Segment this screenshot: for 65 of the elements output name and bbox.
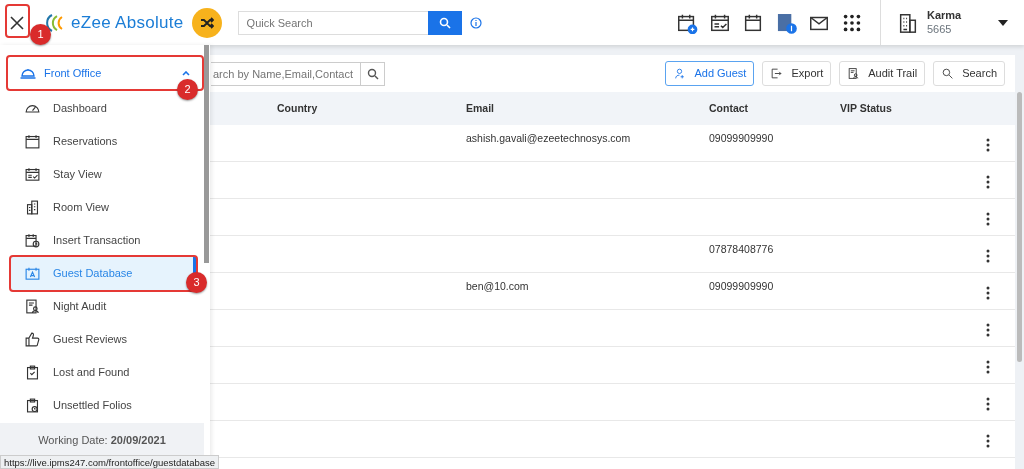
kebab-icon <box>986 248 990 263</box>
export-icon <box>770 67 784 80</box>
table-cell: ben@10.com <box>466 280 529 292</box>
kebab-icon <box>986 285 990 300</box>
search-button[interactable]: Search <box>933 61 1005 86</box>
sidebar-item[interactable]: Room View <box>11 191 196 224</box>
calendar-check-icon <box>24 166 41 183</box>
kebab-icon <box>986 137 990 152</box>
clipboard-check-icon <box>24 364 41 381</box>
property-name: Karma <box>927 8 962 23</box>
export-button[interactable]: Export <box>762 61 832 86</box>
working-date: Working Date: 20/09/2021 <box>37 433 167 448</box>
column-header: Country <box>277 100 319 116</box>
table-cell: 07878408776 <box>709 243 774 255</box>
service-bell-icon <box>20 67 36 79</box>
info-icon[interactable] <box>469 17 482 30</box>
kebab-icon <box>986 396 990 411</box>
kebab-icon <box>986 433 990 448</box>
search-icon <box>438 17 451 30</box>
close-icon <box>10 16 24 31</box>
sidebar-item[interactable]: Night Audit <box>11 290 196 323</box>
sidebar-item[interactable]: Reservations <box>11 125 196 158</box>
person-add-icon <box>673 67 687 80</box>
sidebar-item[interactable]: Stay View <box>11 158 196 191</box>
table-cell: ashish.gavali@ezeetechnosys.com <box>466 132 631 144</box>
column-header: Contact <box>709 100 750 116</box>
search-button[interactable] <box>361 61 385 86</box>
column-header: Email <box>466 100 495 116</box>
calendar-icon <box>24 133 41 150</box>
thumbs-up-icon <box>24 331 41 348</box>
table-cell: 09099909990 <box>709 280 774 292</box>
sidebar-item[interactable]: Guest Reviews <box>11 323 196 356</box>
scrollbar[interactable] <box>204 45 209 263</box>
highlight-frame <box>5 4 30 38</box>
clipboard-clock-icon <box>24 397 41 414</box>
table-cell: 09099909990 <box>709 132 774 144</box>
scrollbar[interactable] <box>1017 92 1022 362</box>
add-button[interactable]: Add Guest <box>665 61 755 86</box>
search-icon <box>367 68 379 81</box>
audit-button[interactable]: Audit Trail <box>839 61 926 86</box>
column-header: VIP Status <box>840 100 893 116</box>
search-icon <box>941 67 955 80</box>
quick-search-field[interactable]: Quick Search <box>237 10 428 35</box>
search-button[interactable] <box>427 10 462 35</box>
document-person-icon <box>24 298 41 315</box>
property-code: 5665 <box>927 22 953 37</box>
status-url: https://live.ipms247.com/frontoffice/guestdatabase <box>0 455 220 469</box>
id-card-icon <box>24 265 41 282</box>
caret-icon[interactable] <box>998 20 1008 27</box>
kebab-icon <box>986 322 990 337</box>
ledger-icon[interactable] <box>775 11 797 34</box>
shuffle-button[interactable] <box>191 7 222 38</box>
document-person-icon <box>847 67 861 80</box>
kebab-icon <box>986 211 990 226</box>
kebab-icon <box>986 359 990 374</box>
sidebar-item[interactable]: Lost and Found <box>11 356 196 389</box>
guest-search-field[interactable]: arch by Name,Email,Contact <box>211 61 361 86</box>
brand-name: eZee Absolute <box>71 11 184 34</box>
sidebar-item[interactable]: Insert Transaction <box>11 224 196 257</box>
shuffle-icon <box>199 16 214 29</box>
kebab-icon <box>986 174 990 189</box>
calendar-clock-icon <box>24 232 41 249</box>
sidebar-item[interactable]: Unsettled Folios <box>11 389 196 422</box>
chevron-icon <box>182 71 190 77</box>
building-icon <box>24 199 41 216</box>
